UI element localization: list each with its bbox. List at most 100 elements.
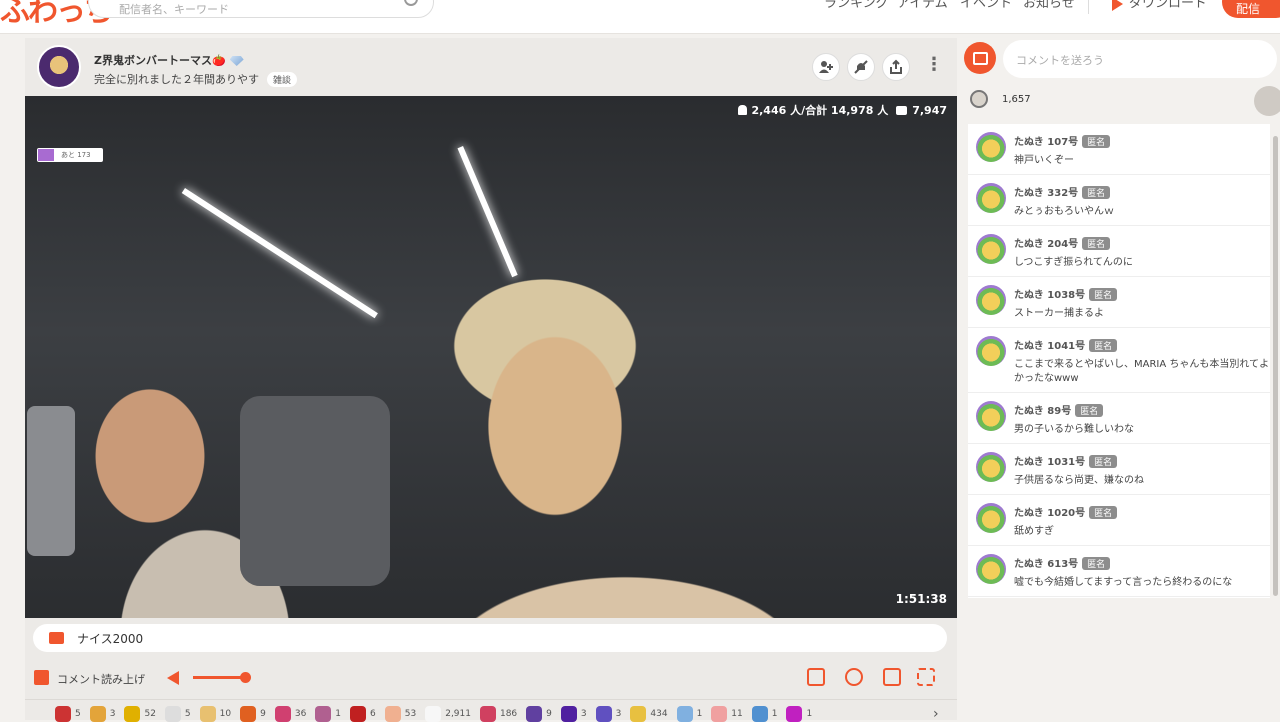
gift-item-count: 1 — [335, 709, 342, 719]
user-avatar[interactable] — [976, 132, 1006, 162]
chat-text: 舐めすぎ — [1014, 526, 1054, 537]
chat-message[interactable]: たぬき 1020号 匿名 舐めすぎ — [968, 495, 1270, 546]
stream-panel: Z界鬼ボンバートーマス🍅 完全に別れました２年間ありやす 雑談 ⋮ 2,446 人… — [25, 38, 957, 722]
streamer-name-row[interactable]: Z界鬼ボンバートーマス🍅 — [94, 52, 244, 68]
gift-item-count: 1 — [696, 709, 703, 719]
clap-count: 1,657 — [1002, 94, 1031, 105]
ceiling-light — [457, 146, 518, 278]
user-avatar[interactable] — [976, 285, 1006, 315]
search-input[interactable]: 配信者名、キーワード — [88, 0, 434, 18]
chat-message[interactable]: たぬき 613号 匿名 嘘でも今結婚してますって言ったら終わるのにな — [968, 546, 1270, 597]
chat-user-row: たぬき 1031号 匿名 — [1014, 450, 1270, 469]
download-link[interactable]: ダウンロード — [1112, 0, 1207, 11]
stream-duration: 1:51:38 — [895, 592, 947, 606]
video-player[interactable]: 2,446 人/合計 14,978 人 7,947 あと 173 1:51:38 — [25, 96, 957, 618]
category-tag[interactable]: 雑談 — [267, 72, 298, 87]
divider — [25, 699, 957, 700]
stream-title-row: 完全に別れました２年間ありやす 雑談 — [94, 71, 298, 87]
live-broadcast-button[interactable]: 配信 — [1222, 0, 1280, 18]
picture-in-picture-icon[interactable] — [883, 668, 901, 686]
rotate-icon[interactable] — [845, 668, 863, 686]
notification-mute-button[interactable] — [847, 53, 875, 81]
person-icon — [738, 105, 748, 115]
phone-in-hand — [27, 406, 75, 556]
anonymous-badge: 匿名 — [1089, 288, 1118, 301]
gift-icon — [972, 51, 988, 65]
chat-username[interactable]: たぬき 1031号 — [1014, 457, 1085, 468]
chat-message[interactable]: たぬき 1031号 匿名 子供居るなら尚更、嫌なのね — [968, 444, 1270, 495]
speaker-icon[interactable] — [167, 671, 179, 685]
anonymous-badge: 匿名 — [1089, 339, 1118, 352]
nav-news[interactable]: お知らせ — [1023, 0, 1075, 11]
add-user-icon — [819, 61, 833, 73]
rank-badge[interactable]: あと 173 — [37, 148, 103, 162]
chat-message[interactable]: たぬき 89号 匿名男の子いるから難しいわな — [968, 393, 1270, 444]
chat-text: ストーカー捕まるよ — [1014, 308, 1104, 319]
user-avatar[interactable] — [976, 336, 1006, 366]
chat-username[interactable]: たぬき 613号 — [1014, 559, 1078, 570]
chat-user-row: たぬき 107号 匿名 — [1014, 130, 1270, 149]
streamer-avatar[interactable] — [37, 45, 81, 89]
user-avatar[interactable] — [976, 401, 1006, 431]
share-icon — [890, 59, 902, 74]
nav-divider — [1088, 0, 1089, 14]
chat-username[interactable]: たぬき 89号 — [1014, 406, 1071, 417]
clap-icon[interactable] — [970, 90, 988, 108]
gift-item-count: 10 — [219, 709, 232, 719]
chat-username[interactable]: たぬき 1038号 — [1014, 290, 1085, 301]
more-menu-icon[interactable]: ⋮ — [925, 56, 943, 74]
chat-message[interactable]: たぬき 1041号 匿名 ここまで来るとやばいし、MARIA ちゃんも本当別れてよか… — [968, 328, 1270, 393]
gift-item-count: 6 — [370, 709, 376, 719]
bell-off-icon — [854, 60, 868, 74]
gift-item-count: 5 — [75, 709, 81, 719]
gift-item-count: 9 — [546, 709, 552, 719]
chat-username[interactable]: たぬき 1020号 — [1014, 508, 1085, 519]
read-aloud-toggle[interactable] — [34, 670, 49, 685]
chat-message[interactable]: たぬき 332号 匿名 みとぅおもろいやんｗ — [968, 175, 1270, 226]
nav-items[interactable]: アイテム — [897, 0, 948, 11]
gift-item-count: 52 — [144, 709, 156, 719]
share-button[interactable] — [882, 53, 910, 81]
gift-item-count: 11 — [731, 709, 743, 719]
chat-input[interactable]: コメントを送ろう — [1003, 40, 1277, 78]
gift-button[interactable] — [964, 42, 996, 74]
user-avatar[interactable] — [976, 452, 1006, 482]
gift-item-count: 36 — [294, 709, 307, 719]
user-avatar[interactable] — [976, 503, 1006, 533]
chat-message[interactable]: たぬき 1038号 匿名ストーカー捕まるよ — [968, 277, 1270, 328]
chat-user-row: たぬき 332号 匿名 — [1014, 181, 1270, 200]
comment-overlay-bar: ナイス2000 — [33, 624, 947, 652]
user-avatar[interactable] — [976, 234, 1006, 264]
anonymous-badge: 匿名 — [1082, 135, 1111, 148]
send-button[interactable] — [1254, 86, 1280, 116]
anonymous-badge: 匿名 — [1082, 557, 1111, 570]
user-avatar[interactable] — [976, 554, 1006, 584]
chat-text: 男の子いるから難しいわな — [1014, 424, 1134, 435]
chat-scrollbar[interactable] — [1273, 136, 1278, 596]
anonymous-badge: 匿名 — [1082, 237, 1111, 250]
chat-message[interactable]: たぬき 204号 匿名 しつこすぎ振られてんのに — [968, 226, 1270, 277]
fullscreen-icon[interactable] — [917, 668, 935, 686]
follow-button[interactable] — [812, 53, 840, 81]
volume-slider[interactable] — [193, 676, 245, 679]
gift-item-count: 5 — [184, 709, 191, 719]
chat-username[interactable]: たぬき 332号 — [1014, 188, 1078, 199]
comment-bubble-icon — [49, 632, 64, 644]
gift-item-count: 2,911 — [445, 709, 471, 719]
chat-username[interactable]: たぬき 1041号 — [1014, 341, 1085, 352]
nav-events[interactable]: イベント — [960, 0, 1012, 11]
streamer-name: Z界鬼ボンバートーマス🍅 — [94, 54, 226, 67]
chat-username[interactable]: たぬき 204号 — [1014, 239, 1078, 250]
chat-message[interactable]: たぬき 107号 匿名 神戸いくぞー — [968, 124, 1270, 175]
settings-icon[interactable] — [807, 668, 825, 686]
gift-item-count: 9 — [260, 709, 266, 719]
stream-title: 完全に別れました２年間ありやす — [94, 73, 259, 86]
top-bar: ふわっち 配信者名、キーワード ランキング アイテム イベント お知らせ ダウン… — [0, 0, 1280, 34]
user-avatar[interactable] — [976, 183, 1006, 213]
comment-count-icon — [896, 106, 908, 115]
nav-ranking[interactable]: ランキング — [824, 0, 889, 11]
chat-username[interactable]: たぬき 107号 — [1014, 137, 1078, 148]
gift-item-count: 1 — [771, 709, 778, 719]
volume-knob[interactable] — [240, 672, 251, 683]
anonymous-badge: 匿名 — [1075, 404, 1104, 417]
